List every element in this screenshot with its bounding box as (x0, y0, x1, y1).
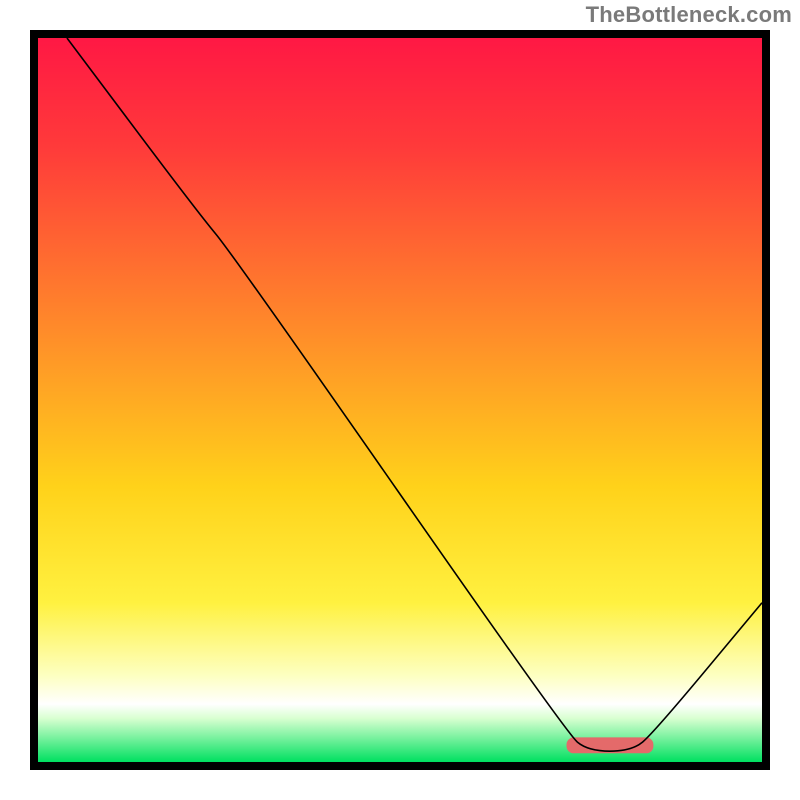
chart-plot-area (38, 38, 762, 762)
chart-svg (38, 38, 762, 762)
watermark-text: TheBottleneck.com (586, 2, 792, 28)
chart-frame (30, 30, 770, 770)
chart-background (38, 38, 762, 762)
